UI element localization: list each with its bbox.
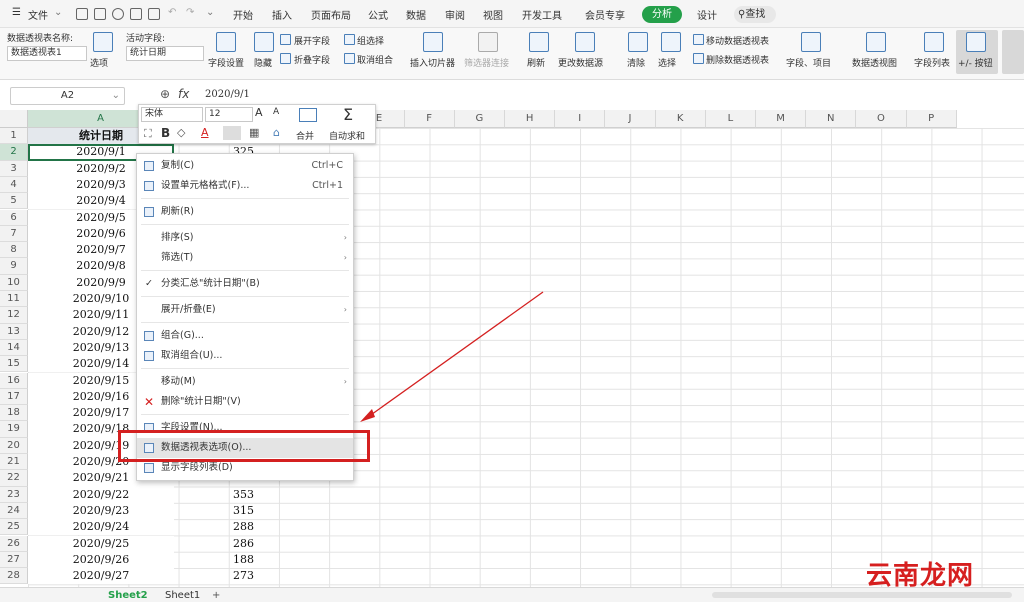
annotation-highlight-box xyxy=(118,430,370,462)
annotation-arrow xyxy=(360,291,544,422)
add-sheet-icon[interactable]: + xyxy=(212,590,220,601)
sheet-tab-sheet1[interactable]: Sheet1 xyxy=(165,590,200,601)
horizontal-scrollbar[interactable] xyxy=(712,592,1012,598)
watermark: 云南龙网 xyxy=(866,561,975,591)
sheet-tab-sheet2[interactable]: Sheet2 xyxy=(108,590,148,601)
